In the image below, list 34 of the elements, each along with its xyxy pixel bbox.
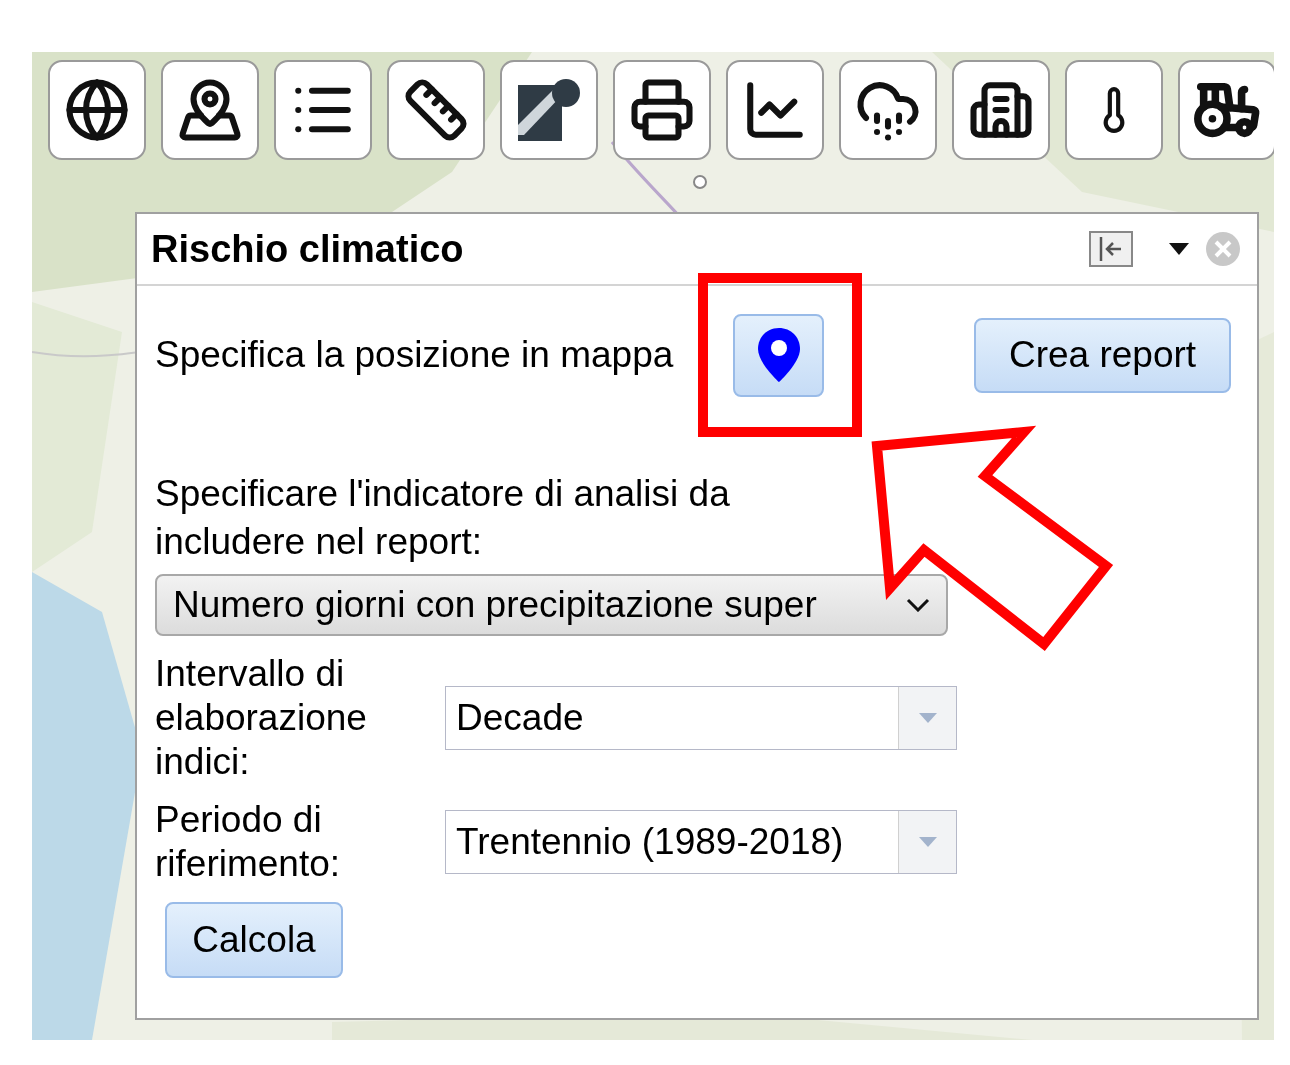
- toolbar-button[interactable]: [161, 60, 259, 160]
- toolbar-button[interactable]: [1178, 60, 1274, 160]
- panel-title: Rischio climatico: [151, 226, 465, 272]
- dropdown-value: Trentennio (1989-2018): [455, 820, 845, 864]
- create-report-button[interactable]: Crea report: [974, 317, 1231, 393]
- printer-icon: [629, 77, 695, 143]
- indicator-select[interactable]: Numero giorni con precipitazione super: [155, 574, 948, 636]
- toolbar-button[interactable]: [952, 60, 1050, 160]
- toolbar-button[interactable]: [613, 60, 711, 160]
- dropdown-field[interactable]: Decade: [445, 686, 957, 750]
- location-label: Specifica la posizione in mappa: [155, 333, 675, 378]
- globe-icon: [64, 77, 130, 143]
- dropdown-field[interactable]: Trentennio (1989-2018): [445, 810, 957, 874]
- toolbar-button[interactable]: [274, 60, 372, 160]
- toolbar-button[interactable]: [48, 60, 146, 160]
- caret-icon: [918, 837, 937, 847]
- location-pin-button[interactable]: [733, 313, 824, 397]
- ruler-icon: [403, 77, 469, 143]
- toolbar-button[interactable]: [1065, 60, 1163, 160]
- indicator-label: Specificare l'indicatore di analisi da includere nel report:: [155, 472, 731, 564]
- field-label: Periodo di riferimento:: [155, 798, 342, 886]
- map-pin-icon: [177, 77, 243, 143]
- toolbar-button[interactable]: [387, 60, 485, 160]
- chevron-down-icon: [906, 598, 930, 612]
- dropdown-arrow-icon[interactable]: [1169, 243, 1189, 255]
- dropdown-value: Decade: [455, 696, 585, 740]
- toolbar-button[interactable]: [726, 60, 824, 160]
- field-label: Intervallo di elaborazione indici:: [155, 652, 368, 784]
- map-pin-icon: [755, 326, 802, 384]
- calculate-button[interactable]: Calcola: [165, 902, 343, 978]
- toolbar-button[interactable]: [839, 60, 937, 160]
- toolbar-button[interactable]: [500, 60, 598, 160]
- dock-icon[interactable]: [1089, 231, 1133, 267]
- caret-icon: [918, 713, 937, 723]
